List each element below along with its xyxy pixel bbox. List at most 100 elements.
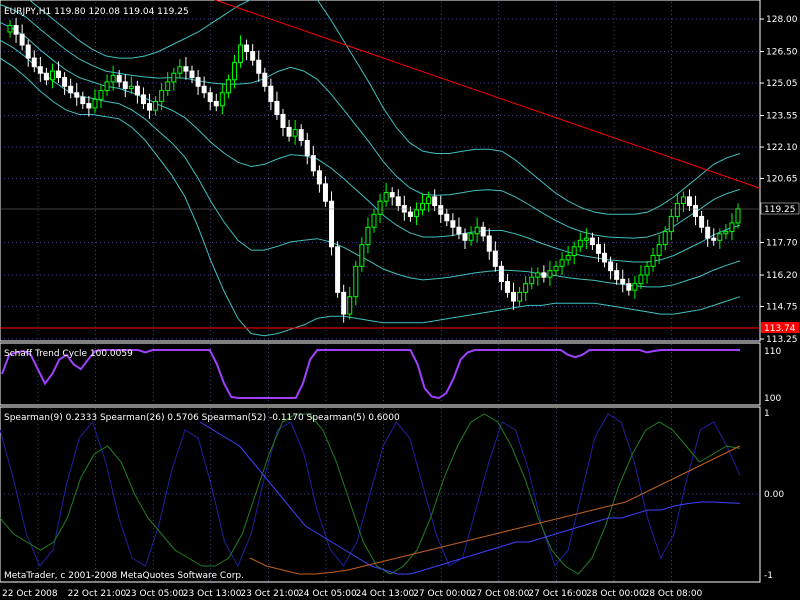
candle-body bbox=[523, 283, 529, 293]
copyright: MetaTrader, c 2001-2008 MetaQuotes Softw… bbox=[4, 571, 244, 581]
candle-body bbox=[608, 261, 614, 272]
candle-body bbox=[504, 281, 510, 293]
candle-body bbox=[614, 270, 620, 280]
price-tick-label: 122.10 bbox=[766, 143, 798, 153]
candle-body bbox=[395, 196, 401, 207]
candle-body bbox=[383, 192, 389, 202]
candle-body bbox=[620, 278, 626, 285]
candle-body bbox=[632, 283, 638, 291]
candle-body bbox=[656, 244, 662, 256]
candle-body bbox=[25, 44, 31, 59]
candle-body bbox=[626, 283, 632, 291]
time-label: 23 Oct 13:00 bbox=[183, 589, 242, 599]
candle-body bbox=[674, 202, 680, 217]
candle-body bbox=[171, 72, 177, 83]
support-price-label: 113.74 bbox=[764, 324, 796, 334]
candle-body bbox=[98, 90, 104, 100]
spearman-panel[interactable] bbox=[0, 406, 761, 583]
candle-body bbox=[316, 170, 322, 185]
metatrader-chart[interactable]: 128.00 126.50 125.05 123.55 122.10 120.65 117.… bbox=[0, 0, 800, 600]
candle-body bbox=[589, 237, 595, 246]
candle-body bbox=[565, 254, 571, 261]
candle-body bbox=[686, 196, 692, 207]
time-label: 28 Oct 00:00 bbox=[586, 589, 645, 599]
candle-body bbox=[377, 200, 383, 215]
spearman-tick-top: 1 bbox=[764, 409, 770, 419]
current-price-label: 119.25 bbox=[764, 205, 796, 215]
candle-body bbox=[638, 274, 644, 285]
candle-body bbox=[304, 139, 310, 157]
time-label: 22 Oct 21:00 bbox=[68, 589, 127, 599]
price-tick-label: 120.65 bbox=[766, 174, 798, 184]
candle-body bbox=[450, 220, 456, 228]
candle-body bbox=[668, 215, 674, 233]
price-panel[interactable] bbox=[0, 0, 761, 342]
time-label: 27 Oct 16:00 bbox=[528, 589, 587, 599]
candle-body bbox=[717, 233, 723, 241]
candle-body bbox=[474, 226, 480, 235]
candle-body bbox=[195, 77, 201, 87]
candle-body bbox=[413, 209, 419, 217]
candle-body bbox=[43, 72, 49, 81]
candle-body bbox=[116, 74, 122, 83]
candle-body bbox=[68, 85, 74, 94]
time-label: 28 Oct 08:00 bbox=[644, 589, 703, 599]
candle-body bbox=[262, 72, 268, 87]
candle-body bbox=[286, 126, 292, 137]
candle-body bbox=[444, 213, 450, 222]
candle-body bbox=[37, 66, 43, 74]
time-label: 24 Oct 13:00 bbox=[356, 589, 415, 599]
candle-body bbox=[322, 183, 328, 202]
candle-body bbox=[492, 250, 498, 267]
candle-body bbox=[711, 237, 717, 241]
candle-body bbox=[571, 246, 577, 256]
price-tick-label: 126.50 bbox=[766, 48, 798, 58]
candle-body bbox=[74, 92, 80, 98]
candle-body bbox=[347, 296, 353, 315]
candle-body bbox=[735, 208, 741, 224]
candle-body bbox=[335, 246, 341, 293]
time-label: 23 Oct 21:00 bbox=[240, 589, 299, 599]
candle-body bbox=[92, 98, 98, 109]
price-tick-label: 114.75 bbox=[766, 302, 798, 312]
candle-body bbox=[268, 85, 274, 102]
candle-body bbox=[486, 235, 492, 252]
price-tick-label: 116.20 bbox=[766, 271, 798, 281]
candle-body bbox=[31, 57, 37, 68]
candle-body bbox=[438, 205, 444, 215]
candle-body bbox=[165, 81, 171, 92]
candle-body bbox=[80, 96, 86, 105]
candle-body bbox=[577, 239, 583, 248]
candle-body bbox=[511, 291, 517, 302]
chart-header: EURJPY,H1 119.80 120.08 119.04 119.25 bbox=[4, 7, 189, 17]
candle-body bbox=[389, 192, 395, 198]
candle-body bbox=[699, 215, 705, 228]
candle-body bbox=[426, 196, 432, 204]
time-label: 27 Oct 00:00 bbox=[413, 589, 472, 599]
candle-body bbox=[86, 103, 92, 109]
stc-label: Schaff Trend Cycle 100.0059 bbox=[4, 349, 133, 359]
price-tick-label: 117.70 bbox=[766, 238, 798, 248]
candle-body bbox=[432, 196, 438, 207]
candle-body bbox=[529, 276, 535, 285]
candle-body bbox=[468, 233, 474, 241]
candle-body bbox=[298, 129, 304, 141]
candle-body bbox=[644, 265, 650, 276]
candle-body bbox=[177, 66, 183, 74]
candle-body bbox=[238, 44, 244, 63]
price-axis: 128.00 126.50 125.05 123.55 122.10 120.65 117.… bbox=[760, 15, 798, 345]
price-tick-label: 125.05 bbox=[766, 79, 798, 89]
candle-body bbox=[62, 77, 68, 87]
candle-body bbox=[7, 25, 13, 33]
candle-body bbox=[13, 25, 19, 35]
candle-body bbox=[456, 226, 462, 235]
candle-body bbox=[517, 291, 523, 302]
candle-body bbox=[729, 222, 735, 233]
time-label: 22 Oct 2008 bbox=[2, 589, 58, 599]
time-axis: 22 Oct 2008 22 Oct 21:0023 Oct 05:0023 Oc… bbox=[2, 589, 703, 599]
candle-body bbox=[359, 244, 365, 267]
candle-body bbox=[365, 226, 371, 246]
candle-body bbox=[213, 100, 219, 107]
stc-tick-bottom: 100 bbox=[764, 394, 781, 404]
candle-body bbox=[407, 211, 413, 217]
